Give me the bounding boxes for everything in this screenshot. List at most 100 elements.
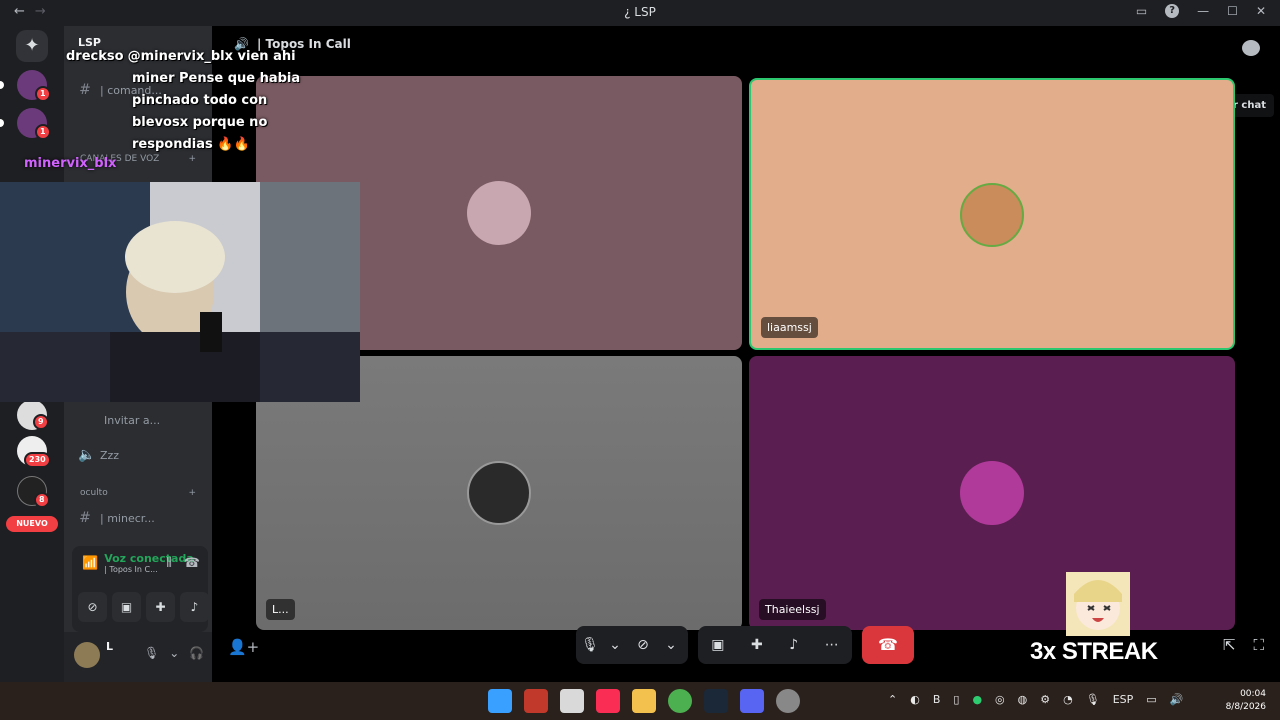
webcam-image: [0, 182, 360, 402]
camera-off-icon[interactable]: ⊘: [626, 637, 660, 653]
tray-app-icon[interactable]: ◍: [1018, 693, 1028, 706]
tray-app-icon[interactable]: ◔: [1063, 693, 1073, 706]
network-icon[interactable]: ▭: [1146, 693, 1156, 706]
chat-icon[interactable]: [1242, 40, 1260, 56]
activities-button[interactable]: ✚: [146, 592, 175, 622]
category-label: oculto: [80, 488, 108, 498]
taskbar-apps: [488, 689, 800, 713]
chevron-down-icon[interactable]: ⌄: [604, 637, 626, 653]
clock[interactable]: 00:04 8/8/2026: [1226, 688, 1266, 714]
taskbar: ⌃ ◐ B ▯ ● ◎ ◍ ⚙ ◔ 🎙 ESP ▭ 🔊 00:04 8/8/20…: [0, 682, 1280, 720]
steam-tray-icon[interactable]: ◎: [995, 693, 1005, 706]
discord-taskbar-icon[interactable]: [740, 689, 764, 713]
more-options-icon[interactable]: ⋯: [825, 637, 839, 653]
channel-minecraft[interactable]: # | minecr...: [78, 508, 204, 528]
mention-user-label: minervix_blx: [24, 156, 117, 171]
activities-icon[interactable]: ✚: [751, 637, 763, 653]
app-icon[interactable]: [560, 689, 584, 713]
date: 8/8/2026: [1225, 702, 1266, 712]
system-tray: ⌃ ◐ B ▯ ● ◎ ◍ ⚙ ◔ 🎙 ESP ▭ 🔊: [888, 693, 1183, 706]
avatar: [960, 183, 1024, 247]
screen-share-icon[interactable]: ▣: [711, 637, 724, 653]
steam-icon[interactable]: [704, 689, 728, 713]
soundboard-icon[interactable]: ♪: [789, 637, 798, 653]
tray-app-icon[interactable]: ◐: [910, 693, 920, 706]
app-icon[interactable]: [524, 689, 548, 713]
headphones-icon[interactable]: 🎧: [189, 646, 204, 660]
leave-call-button[interactable]: ☎: [862, 626, 914, 664]
hash-icon: #: [79, 510, 91, 526]
avatar: [467, 461, 531, 525]
noise-suppression-icon[interactable]: ⫴: [166, 556, 171, 571]
unread-pill: [0, 81, 4, 89]
disconnect-icon[interactable]: ☎: [184, 556, 200, 571]
unread-pill: [0, 119, 4, 127]
music-app-icon[interactable]: [596, 689, 620, 713]
volume-icon[interactable]: 🔊: [1170, 693, 1184, 706]
obs-icon[interactable]: [776, 689, 800, 713]
channel-name: Zzz: [100, 448, 120, 462]
call-actions: ▣ ✚ ♪ ⋯: [698, 626, 852, 664]
participant-tile-4[interactable]: Thaieelssj: [749, 356, 1235, 630]
mention-badge: 1: [35, 86, 51, 102]
mention-badge: 8: [34, 492, 50, 508]
user-panel: L 🎙 ⌄ 🎧 ⌄ ⚙: [64, 632, 245, 682]
minimize-icon[interactable]: —: [1197, 4, 1209, 18]
gear-icon[interactable]: ⚙: [1040, 693, 1050, 706]
stream-chat-overlay: dreckso @minervix_blx vien ahi miner Pens…: [66, 46, 316, 156]
mention-badge: 9: [33, 414, 49, 430]
voice-panel-actions: ⫴ ☎: [166, 556, 200, 571]
participant-name: liaamssj: [761, 317, 818, 338]
new-badge[interactable]: NUEVO: [6, 516, 58, 532]
camera-off-button[interactable]: ⊘: [78, 592, 107, 622]
screen-share-button[interactable]: ▣: [112, 592, 141, 622]
inbox-icon[interactable]: ▭: [1136, 4, 1147, 18]
title-bar: ← → ¿ LSP ▭ ? — ☐ ✕: [0, 0, 1280, 26]
chevron-up-icon[interactable]: ⌃: [888, 693, 897, 706]
voice-connection-panel: 📶 Voz conectada | Topos In C... ⫴ ☎ ⊘ ▣ …: [72, 546, 209, 632]
webcam-feed: [0, 182, 360, 402]
chrome-icon[interactable]: [668, 689, 692, 713]
discord-home-icon[interactable]: ✦: [16, 30, 48, 62]
popout-icon[interactable]: ⇱: [1223, 636, 1236, 654]
avatar: [467, 181, 531, 245]
username[interactable]: L: [106, 640, 113, 653]
chevron-down-icon[interactable]: ⌄: [660, 637, 682, 653]
time: 00:04: [1240, 689, 1266, 699]
add-channel-icon[interactable]: +: [188, 154, 196, 170]
tray-app-icon[interactable]: ▯: [953, 693, 959, 706]
mic-icon[interactable]: 🎙: [144, 646, 159, 660]
help-icon[interactable]: ?: [1165, 4, 1180, 18]
fullscreen-icon[interactable]: ⛶: [1253, 636, 1264, 654]
stage-corner-controls: ⇱ ⛶: [1223, 636, 1264, 654]
invite-row[interactable]: Invitar a...: [104, 410, 204, 430]
participant-tile-2[interactable]: liaamssj: [749, 78, 1235, 350]
channel-name: | minecr...: [100, 511, 155, 525]
participant-name: Thaieelssj: [759, 599, 826, 620]
discord-window: ← → ¿ LSP ▭ ? — ☐ ✕ ✦ 1 1 9 230 8 NUEVO …: [0, 0, 1280, 720]
chevron-down-icon[interactable]: ⌄: [169, 646, 179, 660]
tray-app-icon[interactable]: ●: [972, 693, 982, 706]
voice-channel-zzz[interactable]: 🔈 Zzz: [78, 445, 204, 465]
chat-message: dreckso @minervix_blx vien ahi miner Pens…: [66, 46, 316, 156]
tray-app-icon[interactable]: B: [933, 693, 941, 706]
window-title: ¿ LSP: [624, 5, 656, 19]
speaker-icon: 🔈: [78, 447, 96, 463]
file-explorer-icon[interactable]: [632, 689, 656, 713]
avatar[interactable]: [74, 642, 100, 668]
category-oculto[interactable]: oculto +: [80, 488, 196, 504]
close-icon[interactable]: ✕: [1256, 4, 1266, 18]
mic-icon[interactable]: 🎙: [1086, 693, 1100, 706]
audio-video-controls: 🎙 ⌄ ⊘ ⌄: [576, 626, 688, 664]
windows-start-icon[interactable]: [488, 689, 512, 713]
avatar: [960, 461, 1024, 525]
invite-label: Invitar a...: [104, 413, 161, 427]
soundboard-button[interactable]: ♪: [180, 592, 209, 622]
language-indicator[interactable]: ESP: [1113, 693, 1134, 706]
add-channel-icon[interactable]: +: [188, 488, 196, 504]
add-user-icon[interactable]: 👤+: [228, 638, 259, 656]
maximize-icon[interactable]: ☐: [1227, 4, 1238, 18]
mic-icon[interactable]: 🎙: [576, 637, 604, 653]
streak-label: 3x STREAK: [1030, 638, 1158, 665]
mention-badge: 1: [35, 124, 51, 140]
